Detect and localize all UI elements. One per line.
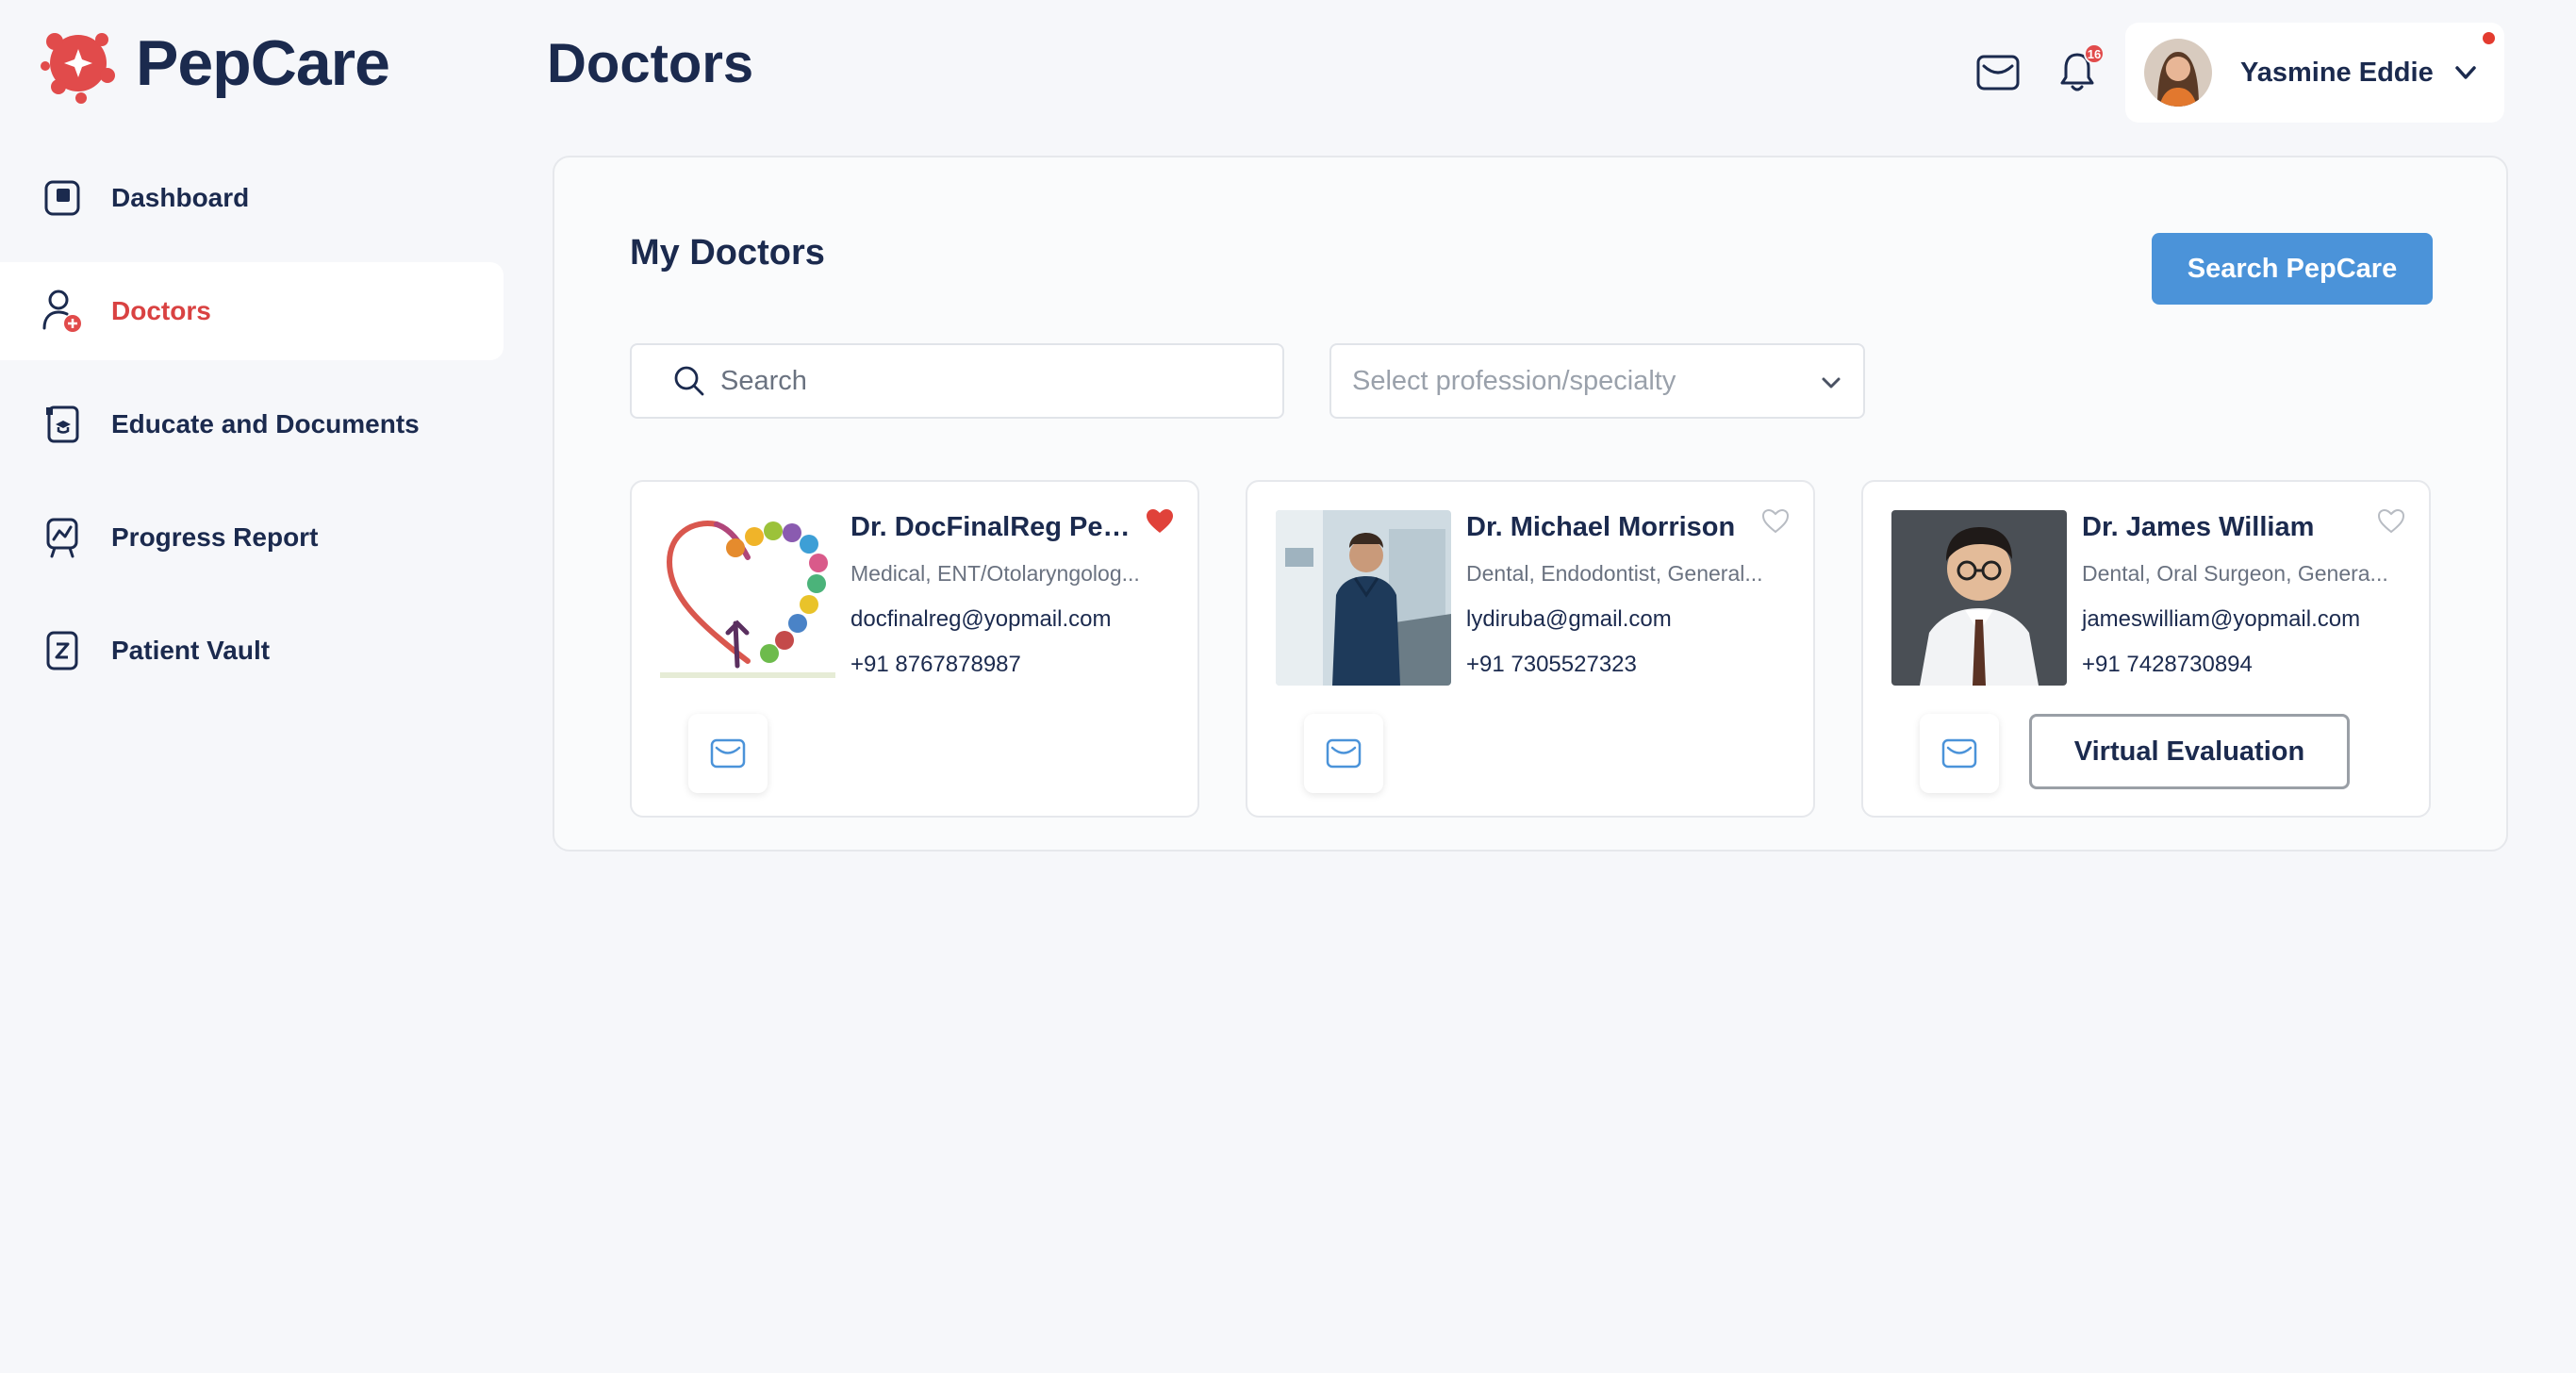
heart-outline-icon[interactable] — [1760, 506, 1791, 537]
brand-logo[interactable]: PepCare — [36, 21, 390, 106]
doctor-phone: +91 8767878987 — [850, 652, 1021, 677]
chevron-down-icon — [1822, 377, 1841, 389]
mail-icon — [1976, 55, 2020, 91]
doctor-specialty: Dental, Endodontist, General... — [1466, 561, 1763, 586]
heart-filled-icon[interactable] — [1145, 506, 1175, 537]
vault-icon — [40, 628, 85, 673]
brand-name: PepCare — [136, 27, 390, 99]
doctor-icon — [40, 289, 85, 334]
sidebar-item-label: Patient Vault — [111, 636, 271, 665]
pepcare-logo-icon — [41, 33, 115, 104]
doctor-photo — [1891, 510, 2067, 686]
user-name: Yasmine Eddie — [2240, 57, 2434, 88]
sidebar-item-educate-documents[interactable]: Educate and Documents — [0, 375, 504, 473]
doctor-name[interactable]: Dr. James William — [2082, 512, 2365, 543]
sidebar-item-label: Progress Report — [111, 522, 319, 552]
mail-icon — [1941, 738, 1977, 769]
doctor-specialty: Dental, Oral Surgeon, Genera... — [2082, 561, 2388, 586]
sidebar-item-label: Dashboard — [111, 183, 250, 212]
search-icon — [674, 366, 704, 396]
mail-icon — [710, 738, 746, 769]
message-doctor-button[interactable] — [1304, 714, 1383, 793]
mail-icon — [1326, 738, 1362, 769]
doctor-card[interactable]: Dr. DocFinalReg Pep... Medical, ENT/Otol… — [630, 480, 1199, 818]
sidebar-item-patient-vault[interactable]: Patient Vault — [0, 602, 504, 700]
doctor-photo — [660, 510, 835, 686]
notification-badge: 16 — [2084, 43, 2105, 64]
specialty-select[interactable]: Select profession/specialty — [1329, 343, 1865, 419]
search-pepcare-button[interactable]: Search PepCare — [2152, 233, 2433, 305]
status-dot — [2483, 32, 2495, 44]
message-doctor-button[interactable] — [688, 714, 768, 793]
dashboard-icon — [40, 175, 85, 221]
sidebar-item-doctors[interactable]: Doctors — [0, 262, 504, 360]
avatar — [2144, 39, 2212, 107]
sidebar: Dashboard Doctors Educate and Documents — [0, 149, 504, 715]
header-mail-button[interactable] — [1973, 47, 2023, 98]
user-profile-menu[interactable]: Yasmine Eddie — [2125, 23, 2504, 123]
sidebar-item-dashboard[interactable]: Dashboard — [0, 149, 504, 247]
doctor-card[interactable]: Dr. James William Dental, Oral Surgeon, … — [1861, 480, 2431, 818]
header-notifications-button[interactable]: 16 — [2052, 43, 2105, 98]
progress-report-icon — [40, 515, 85, 560]
doctor-name[interactable]: Dr. DocFinalReg Pep... — [850, 512, 1133, 543]
specialty-select-value: Select profession/specialty — [1352, 365, 1676, 396]
sidebar-item-progress-report[interactable]: Progress Report — [0, 488, 504, 587]
sidebar-item-label: Doctors — [111, 296, 211, 325]
doctor-email: jameswilliam@yopmail.com — [2082, 606, 2361, 632]
doctor-specialty: Medical, ENT/Otolaryngolog... — [850, 561, 1140, 586]
doctor-name[interactable]: Dr. Michael Morrison — [1466, 512, 1749, 543]
documents-icon — [40, 402, 85, 447]
doctor-phone: +91 7428730894 — [2082, 652, 2253, 677]
chevron-down-icon — [2455, 66, 2476, 79]
section-title: My Doctors — [630, 233, 825, 273]
doctor-email: lydiruba@gmail.com — [1466, 606, 1672, 632]
heart-outline-icon[interactable] — [2376, 506, 2406, 537]
search-input[interactable] — [720, 365, 1248, 397]
doctor-card[interactable]: Dr. Michael Morrison Dental, Endodontist… — [1246, 480, 1815, 818]
page-title: Doctors — [547, 33, 754, 94]
virtual-evaluation-button[interactable]: Virtual Evaluation — [2029, 714, 2350, 789]
search-field[interactable] — [630, 343, 1284, 419]
sidebar-item-label: Educate and Documents — [111, 409, 420, 438]
my-doctors-panel: My Doctors Search PepCare Select profess… — [553, 156, 2508, 852]
doctor-email: docfinalreg@yopmail.com — [850, 606, 1112, 632]
doctor-photo — [1276, 510, 1451, 686]
doctor-phone: +91 7305527323 — [1466, 652, 1637, 677]
message-doctor-button[interactable] — [1920, 714, 1999, 793]
